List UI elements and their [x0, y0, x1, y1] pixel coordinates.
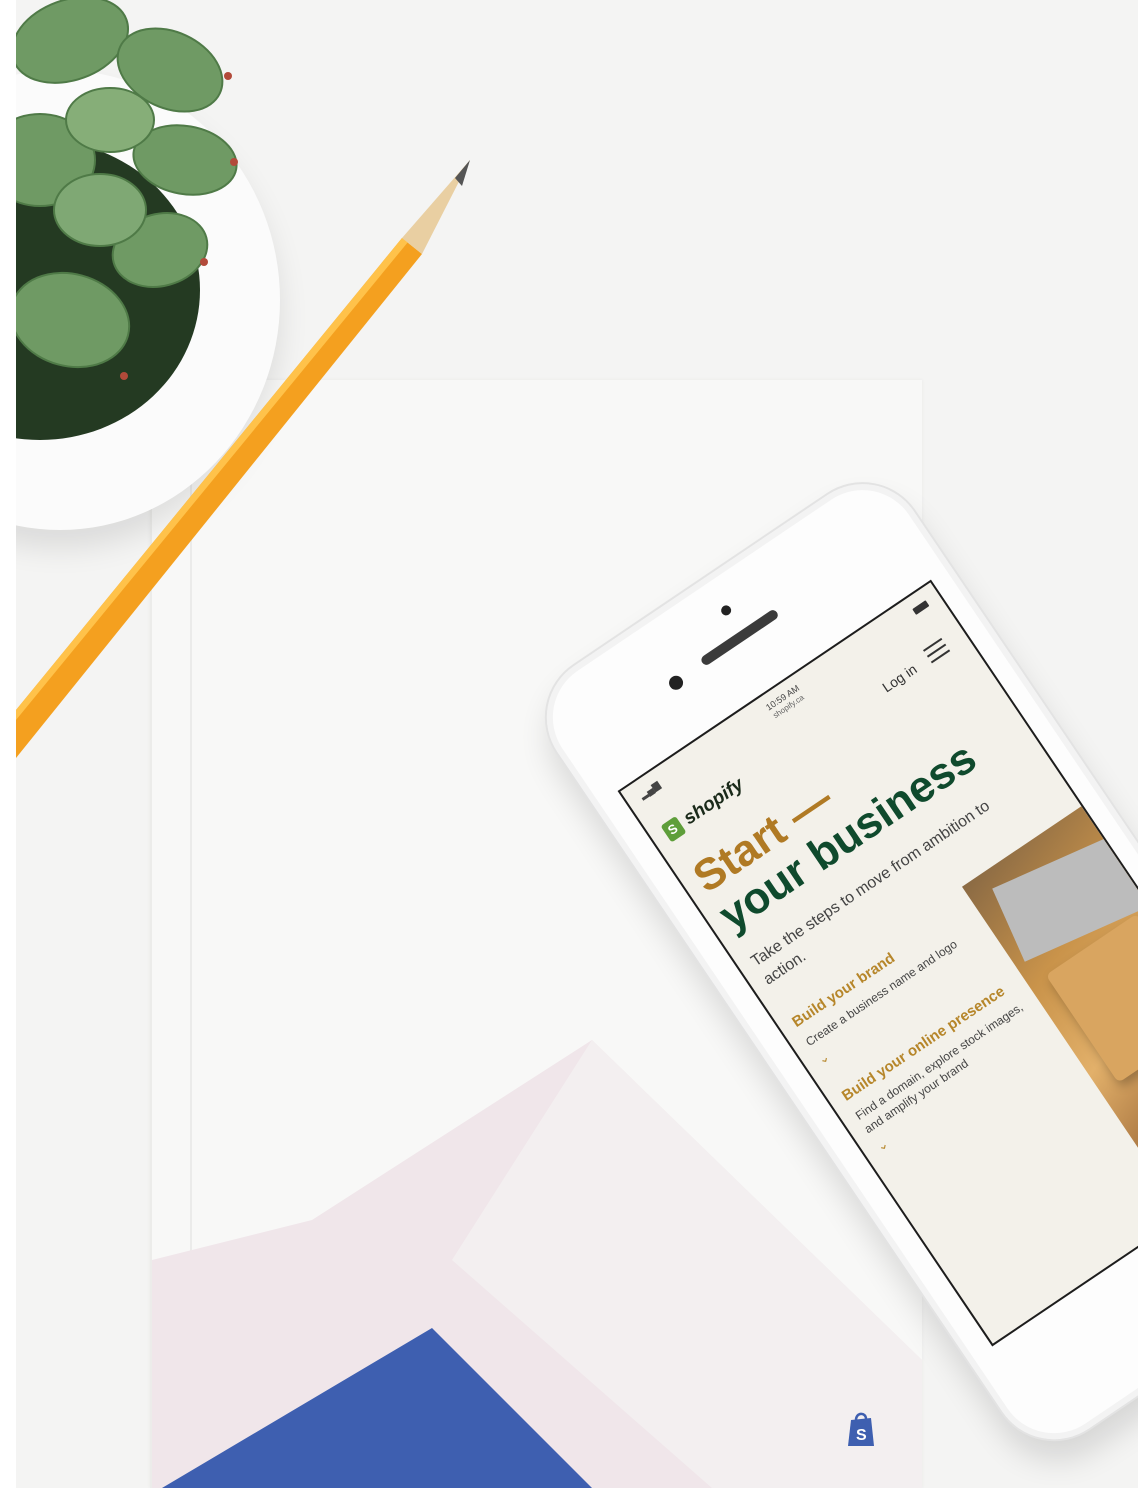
- login-link[interactable]: Log in: [879, 661, 920, 696]
- brand-name: shopify: [679, 773, 748, 830]
- front-camera: [666, 673, 686, 693]
- shopify-bag-icon: S: [848, 1412, 874, 1446]
- menu-icon[interactable]: [923, 637, 951, 664]
- left-border: [0, 0, 16, 1488]
- camera-dot: [719, 603, 734, 618]
- pencil: [16, 160, 470, 758]
- speaker-grille: [699, 608, 780, 667]
- photo-scene: S ▂▄▆ 10:59 AM shopify.ca S shopify Log …: [0, 0, 1138, 1488]
- shopify-logo-icon: [660, 815, 687, 843]
- svg-text:S: S: [856, 1427, 867, 1444]
